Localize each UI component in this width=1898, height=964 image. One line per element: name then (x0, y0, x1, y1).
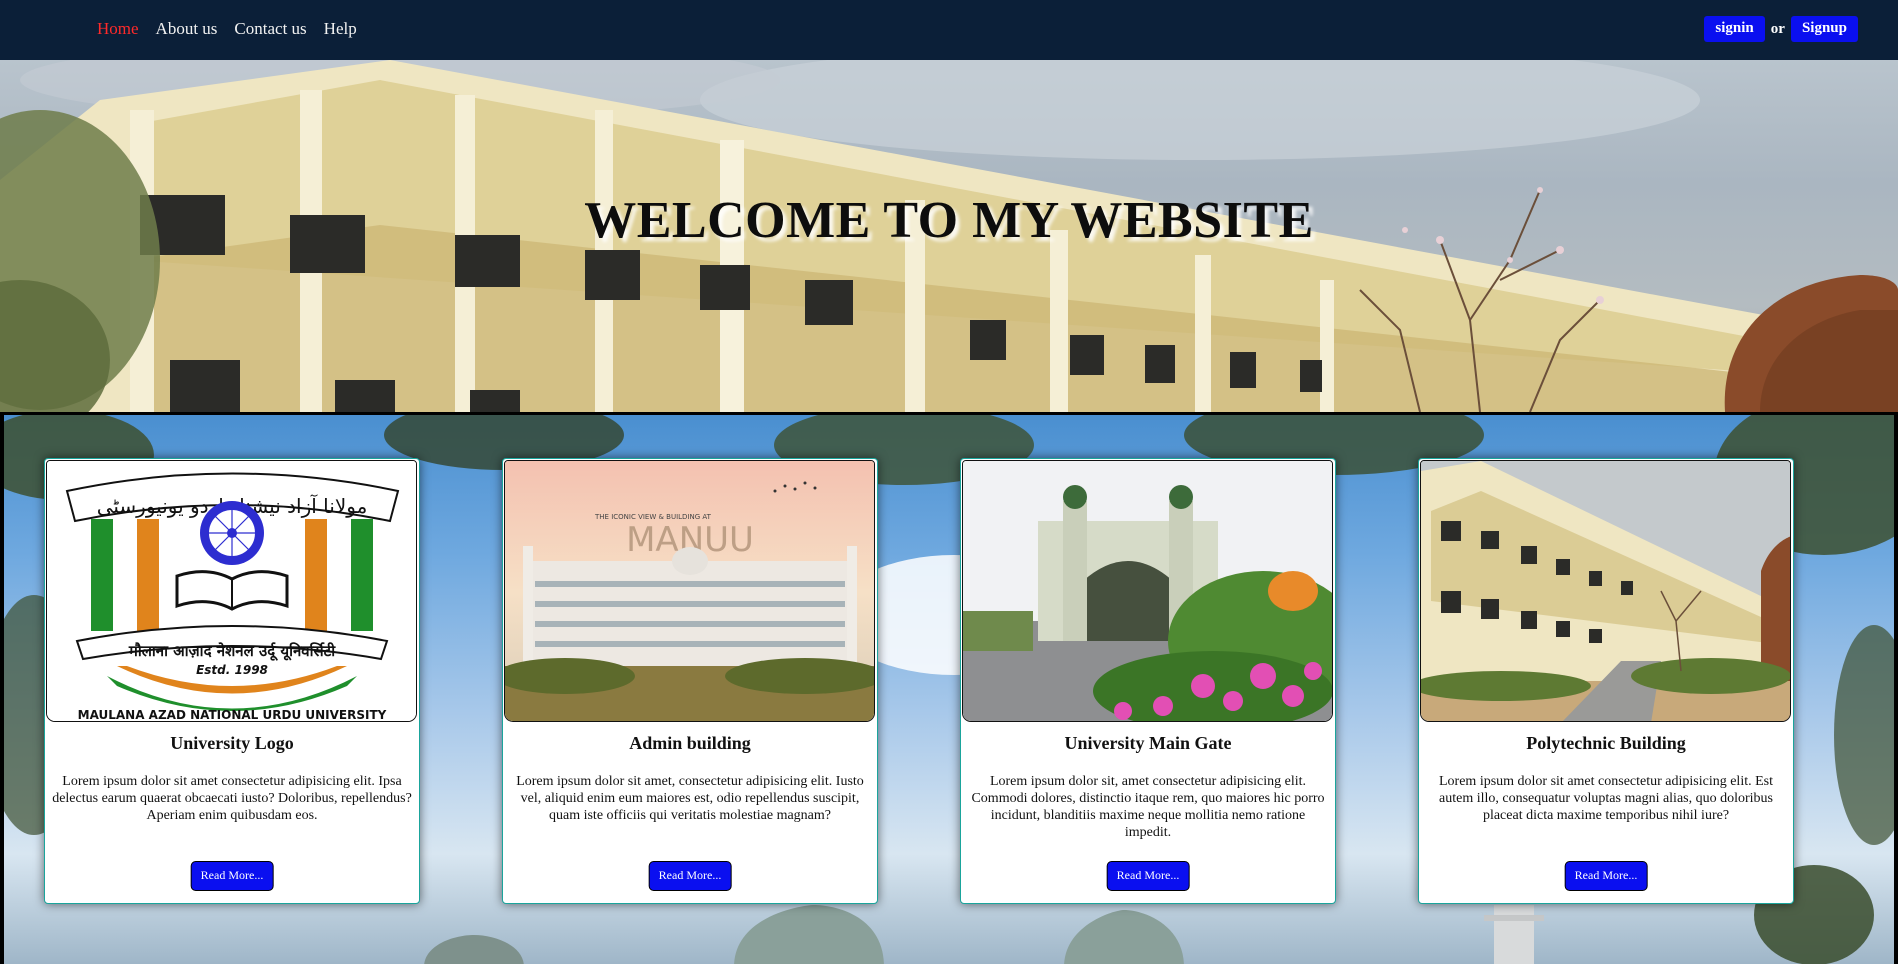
main-gate-image (963, 461, 1332, 721)
read-more-button[interactable]: Read More... (1106, 861, 1190, 891)
card-text: Lorem ipsum dolor sit amet consectetur a… (52, 774, 412, 823)
card-main-gate: University Main Gate Lorem ipsum dolor s… (960, 458, 1336, 904)
signin-button[interactable]: signin (1704, 16, 1765, 42)
read-more-button[interactable]: Read More... (190, 861, 274, 891)
logo-estd-text: Estd. 1998 (196, 663, 268, 677)
read-more-button[interactable]: Read More... (1564, 861, 1648, 891)
signup-button[interactable]: Signup (1790, 16, 1858, 42)
nav-contact-link[interactable]: Contact us (234, 19, 306, 39)
card-title: Polytechnic Building (1526, 733, 1686, 753)
card-image: مولانا آزاد نیشنل اردو یونیورسٹی मौलाना … (46, 460, 417, 722)
card-text: Lorem ipsum dolor sit, amet consectetur … (971, 774, 1325, 840)
card-admin-building: THE ICONIC VIEW & BUILDING AT MANUU Admi… (502, 458, 878, 904)
logo-hindi-text: मौलाना आज़ाद नेशनल उर्दू यूनिवर्सिटी (128, 642, 336, 661)
nav-home-link[interactable]: Home (97, 19, 139, 39)
card-title: University Logo (170, 733, 294, 753)
card-text: Lorem ipsum dolor sit amet, consectetur … (516, 774, 864, 823)
nav-about-link[interactable]: About us (156, 19, 218, 39)
nav-links: Home About us Contact us Help (97, 0, 357, 58)
auth-or-text: or (1770, 20, 1785, 37)
nav-help-link[interactable]: Help (324, 19, 357, 39)
hero-title: WELCOME TO MY WEBSITE (584, 192, 1314, 249)
card-text: Lorem ipsum dolor sit amet consectetur a… (1439, 774, 1773, 823)
read-more-button[interactable]: Read More... (648, 861, 732, 891)
card-university-logo: مولانا آزاد نیشنل اردو یونیورسٹی मौलाना … (44, 458, 420, 904)
card-polytechnic-building: Polytechnic Building Lorem ipsum dolor s… (1418, 458, 1794, 904)
polytechnic-building-image (1421, 461, 1790, 721)
navbar: Home About us Contact us Help signin or … (0, 0, 1898, 60)
card-image (962, 460, 1333, 722)
card-image: THE ICONIC VIEW & BUILDING AT MANUU (504, 460, 875, 722)
university-logo-image: مولانا آزاد نیشنل اردو یونیورسٹی मौलाना … (47, 461, 416, 722)
card-title: Admin building (629, 733, 751, 753)
logo-english-text: MAULANA AZAD NATIONAL URDU UNIVERSITY (78, 708, 387, 722)
auth-area: signin or Signup (1704, 16, 1858, 42)
main-section: مولانا آزاد نیشنل اردو یونیورسٹی मौलाना … (0, 412, 1898, 964)
card-image (1420, 460, 1791, 722)
hero-banner: WELCOME TO MY WEBSITE (0, 60, 1898, 412)
admin-building-image: THE ICONIC VIEW & BUILDING AT MANUU (505, 461, 874, 721)
card-title: University Main Gate (1064, 733, 1232, 753)
